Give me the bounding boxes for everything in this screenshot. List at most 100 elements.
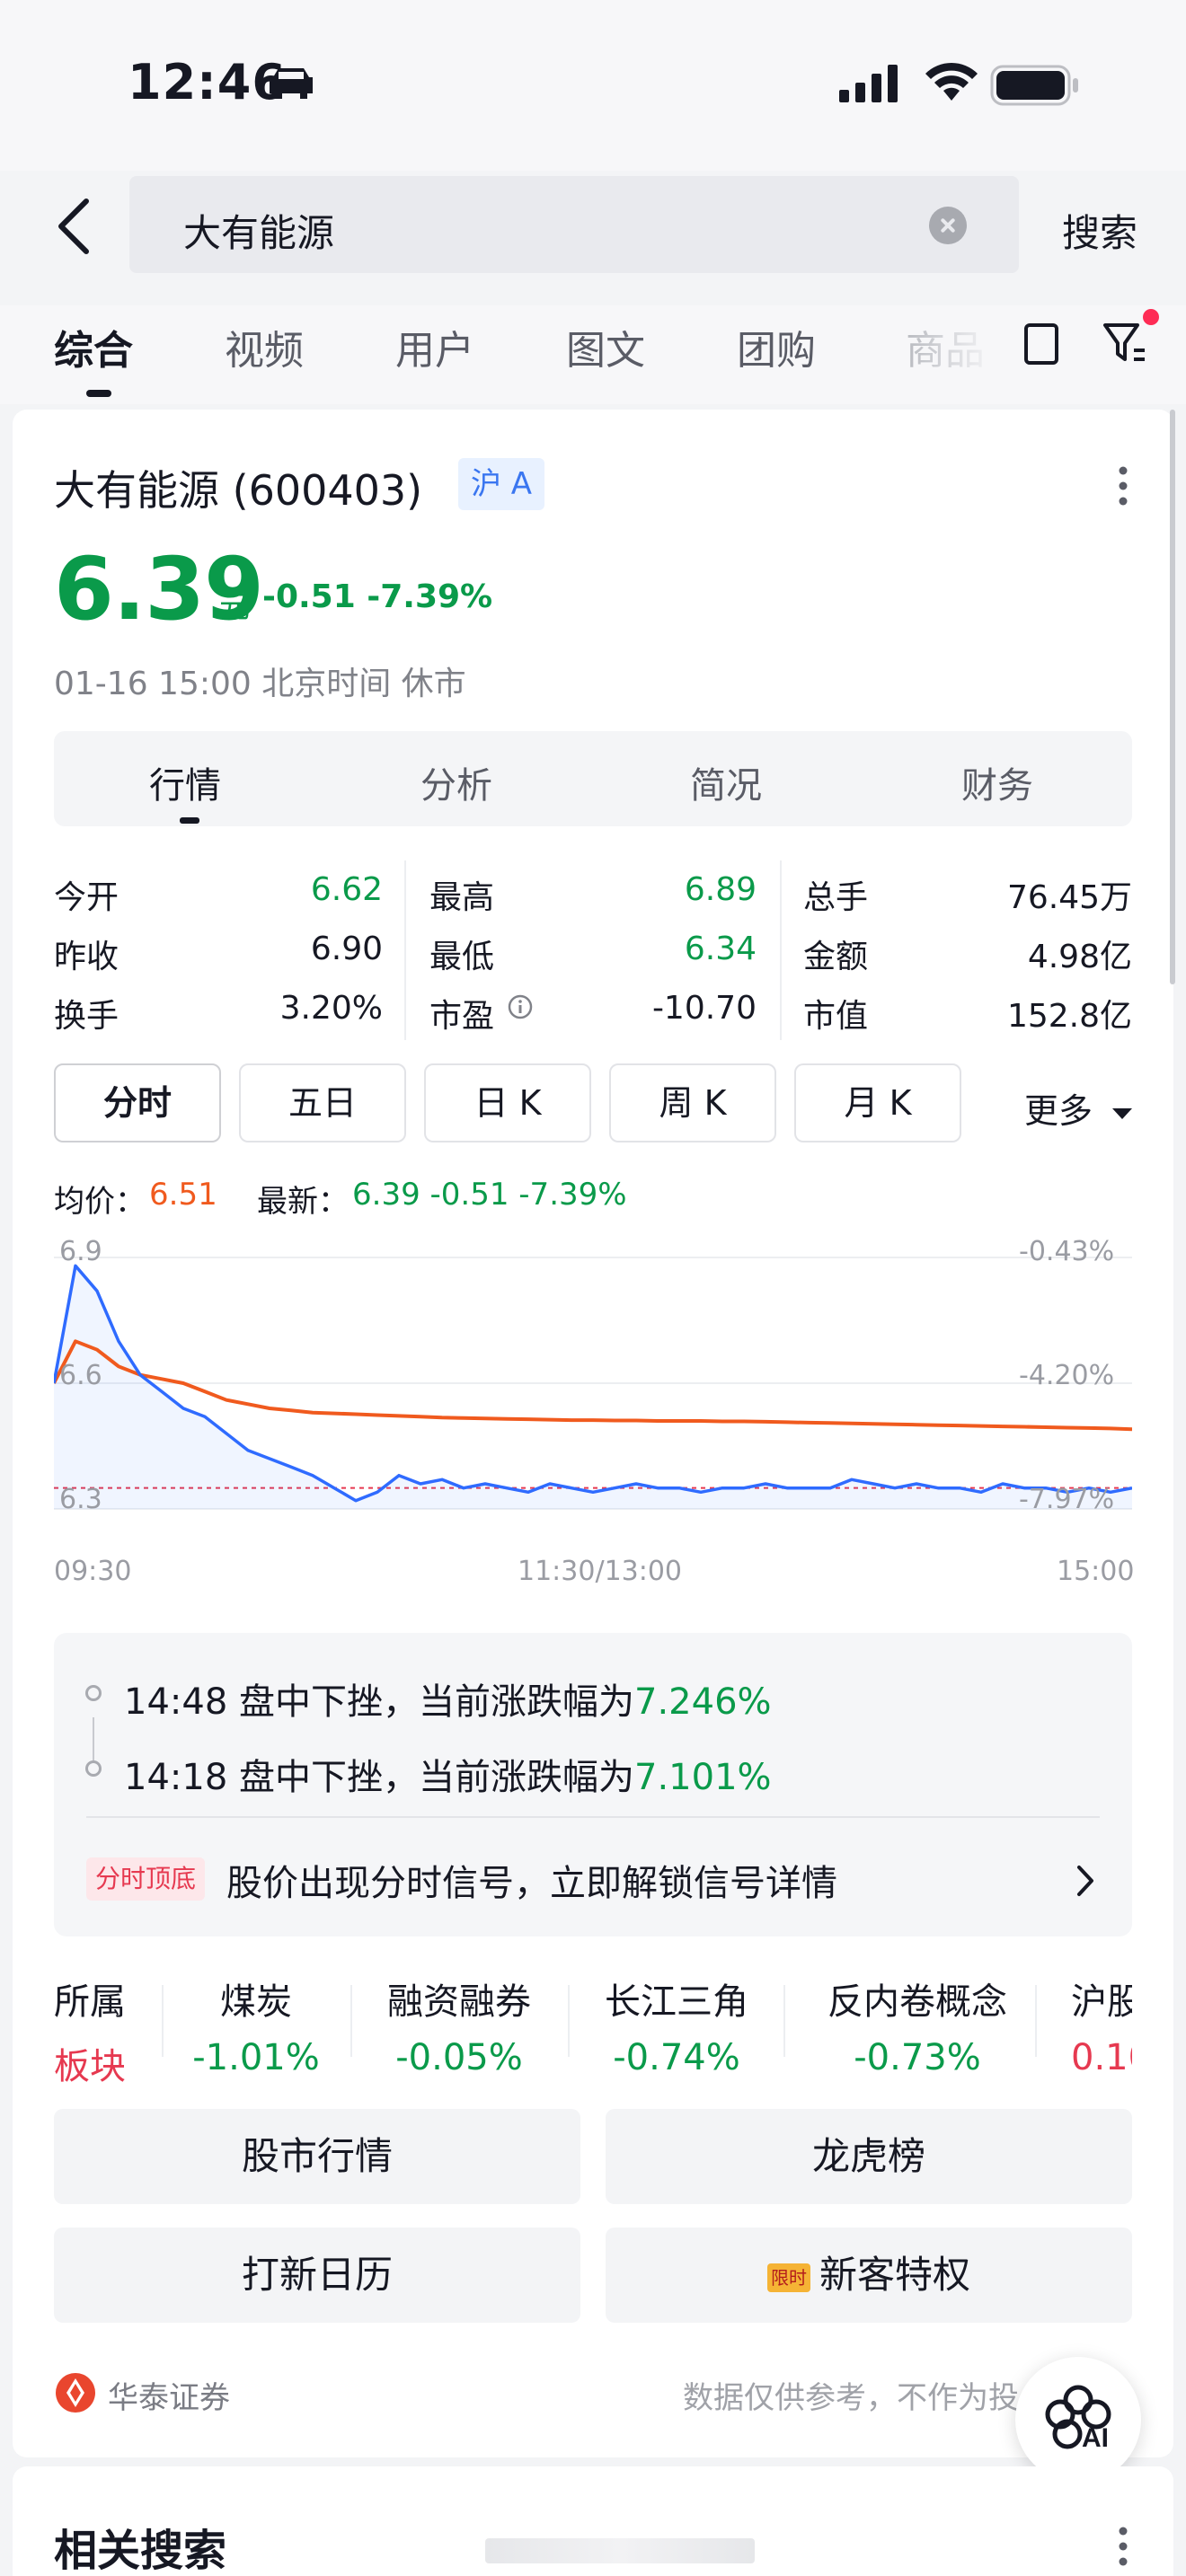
low-label: 最低: [429, 939, 495, 975]
clear-search-icon[interactable]: [929, 207, 967, 244]
subtab-quotes[interactable]: 行情: [149, 756, 221, 808]
volume-label: 总手: [803, 879, 869, 916]
pe-value: -10.70: [651, 990, 757, 1027]
dropdown-triangle-icon: [1112, 1107, 1133, 1119]
scrollbar[interactable]: [1170, 410, 1175, 984]
volume-value: 76.45万: [1006, 879, 1132, 916]
blurred-content: [485, 2538, 755, 2563]
y-right-tick-label: -7.97%: [1019, 1484, 1115, 1515]
market-datetime: 01-16 15:00 北京时间 休市: [54, 666, 466, 702]
search-button[interactable]: 搜索: [1062, 203, 1137, 258]
sector-item[interactable]: 反内卷概念 -0.73%: [805, 1972, 1030, 2078]
sector-change: -1.01%: [192, 2037, 320, 2078]
market-cap-value: 152.8亿: [1006, 998, 1132, 1035]
stats-divider: [404, 860, 406, 1040]
sector-name: 融资融券: [387, 1981, 531, 2023]
subtab-profile[interactable]: 简况: [690, 756, 762, 808]
x-axis-tick-label: 11:30/13:00: [518, 1556, 683, 1587]
ai-assistant-button[interactable]: AI: [1015, 2357, 1141, 2483]
timeline-dot: [85, 1685, 102, 1701]
x-axis-tick-label: 09:30: [54, 1556, 132, 1587]
sector-item[interactable]: 融资融券 -0.05%: [356, 1972, 562, 2078]
sector-item[interactable]: 煤炭 -1.01%: [153, 1972, 359, 2078]
sector-name: 长江三角: [605, 1981, 748, 2023]
tab-group-buy[interactable]: 团购: [737, 318, 816, 375]
sector-item[interactable]: 长江三角 -0.74%: [573, 1972, 780, 2078]
y-right-tick-label: -0.43%: [1019, 1236, 1115, 1267]
kline-intraday-button[interactable]: 分时: [54, 1063, 221, 1142]
kline-more-label: 更多: [1024, 1091, 1093, 1131]
stats-divider: [780, 860, 782, 1040]
unlock-signal-link[interactable]: 股价出现分时信号，立即解锁信号详情: [226, 1854, 837, 1906]
signal-text: 14:18 盘中下挫，当前涨跌幅为: [124, 1757, 634, 1798]
back-arrow-icon[interactable]: [52, 198, 95, 255]
sector-label-bottom: 板块: [54, 2046, 126, 2087]
turnover-value: 3.20%: [279, 990, 383, 1027]
kline-more-button[interactable]: 更多: [1024, 1083, 1134, 1133]
broker-name: 华泰证券: [108, 2380, 230, 2416]
sector-change: -0.73%: [854, 2037, 981, 2078]
cellular-signal-icon: [839, 65, 898, 102]
ipo-calendar-button[interactable]: 打新日历: [54, 2228, 580, 2323]
sector-label: 所属 板块: [54, 1972, 126, 2089]
more-options-icon[interactable]: [1116, 463, 1130, 508]
sector-divider: [568, 1985, 570, 2057]
tab-video[interactable]: 视频: [225, 318, 304, 375]
signal-value: 7.101%: [634, 1757, 772, 1798]
signal-text: 14:48 盘中下挫，当前涨跌幅为: [124, 1681, 634, 1723]
disclaimer-text: 数据仅供参考，不作为投: [683, 2380, 1019, 2416]
new-user-label: 新客特权: [819, 2253, 970, 2297]
tab-fade: [898, 305, 997, 395]
sector-divider: [1035, 1985, 1037, 2057]
subtab-indicator: [180, 817, 199, 824]
tab-general[interactable]: 综合: [54, 318, 133, 375]
x-axis-tick-label: 15:00: [1057, 1556, 1135, 1587]
chevron-right-icon[interactable]: [1075, 1865, 1096, 1897]
turnover-label: 换手: [54, 998, 119, 1035]
high-value: 6.89: [684, 871, 757, 908]
info-icon[interactable]: [507, 993, 534, 1020]
kline-weekly-button[interactable]: 周 K: [609, 1063, 776, 1142]
avg-price-label: 均价：: [54, 1184, 146, 1220]
more-options-icon[interactable]: [1116, 2524, 1130, 2569]
tablet-view-icon[interactable]: [1024, 323, 1058, 365]
market-quotes-button[interactable]: 股市行情: [54, 2109, 580, 2204]
sector-divider: [350, 1985, 352, 2057]
car-icon: [270, 68, 313, 99]
signal-value: 7.246%: [634, 1681, 772, 1723]
latest-price-label: 最新：: [257, 1184, 349, 1220]
sector-change: -0.74%: [613, 2037, 740, 2078]
dragon-tiger-list-button[interactable]: 龙虎榜: [606, 2109, 1132, 2204]
y-axis-tick-label: 6.9: [59, 1236, 102, 1267]
avg-price-value: 6.51: [149, 1177, 217, 1213]
avg-price-line: [54, 1339, 1132, 1432]
subtab-analysis[interactable]: 分析: [420, 756, 492, 808]
sector-name: 沪股: [1071, 1981, 1132, 2023]
filter-icon[interactable]: [1102, 320, 1148, 366]
limited-time-tag: 限时: [766, 2263, 810, 2292]
notification-dot: [1143, 309, 1159, 325]
huatai-logo-icon: [56, 2373, 95, 2413]
ai-flower-icon: AI: [1045, 2385, 1111, 2453]
tab-image-text[interactable]: 图文: [566, 318, 645, 375]
amount-value: 4.98亿: [1027, 939, 1132, 975]
subtab-finance[interactable]: 财务: [961, 756, 1033, 808]
price-area: [54, 1266, 1132, 1509]
open-value: 6.62: [310, 871, 383, 908]
kline-daily-button[interactable]: 日 K: [424, 1063, 591, 1142]
battery-icon: [990, 65, 1078, 106]
pe-label: 市盈: [429, 998, 495, 1035]
market-badge: 沪 A: [458, 458, 545, 510]
intraday-chart[interactable]: [54, 1239, 1132, 1545]
related-search-title: 相关搜索: [54, 2526, 227, 2576]
search-query-text[interactable]: 大有能源: [183, 203, 334, 258]
tab-users[interactable]: 用户: [395, 318, 474, 375]
kline-monthly-button[interactable]: 月 K: [794, 1063, 961, 1142]
active-tab-indicator: [86, 390, 111, 397]
amount-label: 金额: [803, 939, 869, 975]
new-user-privilege-button[interactable]: 限时 新客特权: [606, 2228, 1132, 2323]
timeline-dot: [85, 1760, 102, 1777]
sector-item[interactable]: 沪股 0.10: [1071, 1972, 1132, 2078]
kline-5day-button[interactable]: 五日: [239, 1063, 406, 1142]
latest-price-value: 6.39 -0.51 -7.39%: [352, 1177, 627, 1213]
